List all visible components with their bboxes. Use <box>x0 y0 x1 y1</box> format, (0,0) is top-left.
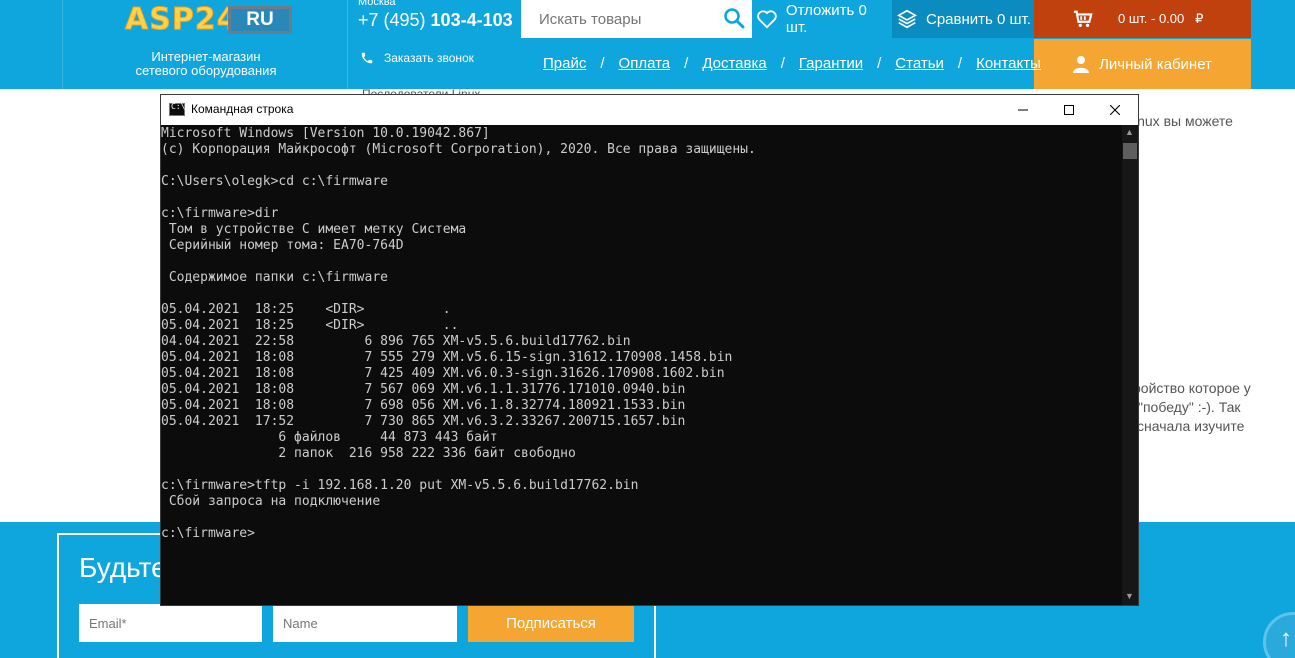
nav-link-contacts[interactable]: Контакты <box>976 55 1041 72</box>
logo-text: ASP24 <box>125 2 239 38</box>
cart-button[interactable]: 0 шт. - 0.00 ₽ <box>1034 0 1251 38</box>
terminal-output[interactable]: Microsoft Windows [Version 10.0.19042.86… <box>161 125 1121 605</box>
maximize-icon <box>1064 105 1074 115</box>
site-logo[interactable]: ASP24 RU <box>125 2 295 38</box>
callback-link[interactable]: Заказать звонок <box>360 51 474 65</box>
phone-prefix: +7 (495) <box>358 10 431 30</box>
close-icon <box>1110 105 1120 115</box>
scroll-up-arrow-icon[interactable]: ▲ <box>1125 127 1134 137</box>
terminal-scrollbar[interactable]: ▲ ▼ <box>1122 125 1138 605</box>
arrow-up-icon: ↑ <box>1280 625 1292 652</box>
nav-link-delivery[interactable]: Доставка <box>702 55 766 72</box>
scrollbar-thumb[interactable] <box>1123 143 1137 159</box>
currency-symbol: ₽ <box>1195 11 1204 26</box>
search-icon[interactable] <box>722 6 746 30</box>
terminal-line: 05.04.2021 18:25 <DIR> .. <box>161 318 459 333</box>
terminal-line: Содержимое папки c:\firmware <box>161 270 388 285</box>
nav-link-articles[interactable]: Статьи <box>895 55 944 72</box>
article-text-right-3: "победу" :-). Так <box>1138 399 1241 415</box>
nav-separator: / <box>684 55 689 72</box>
terminal-line: C:\Users\olegk>cd c:\firmware <box>161 174 388 189</box>
close-button[interactable] <box>1092 95 1138 125</box>
terminal-line: (c) Корпорация Майкрософт (Microsoft Cor… <box>161 142 756 157</box>
nav-link-price[interactable]: Прайс <box>543 55 586 72</box>
nav-separator: / <box>877 55 882 72</box>
terminal-line: Microsoft Windows [Version 10.0.19042.86… <box>161 126 490 141</box>
cart-summary: 0 шт. - 0.00 ₽ <box>1118 11 1203 27</box>
cart-icon <box>1073 10 1093 28</box>
nav-link-payment[interactable]: Оплата <box>619 55 671 72</box>
subscribe-email-input[interactable] <box>79 604 262 642</box>
tagline-line-2: сетевого оборудования <box>135 63 277 78</box>
nav-separator: / <box>957 55 963 72</box>
minimize-button[interactable] <box>1000 95 1046 125</box>
tagline-line-1: Интернет-магазин <box>151 49 261 64</box>
compare-label: Сравнить 0 шт. <box>926 10 1031 28</box>
minimize-icon <box>1018 109 1028 111</box>
cabinet-button[interactable]: Личный кабинет <box>1034 39 1251 89</box>
subscribe-button[interactable]: Подписаться <box>468 604 634 642</box>
logo-badge: RU <box>228 6 292 34</box>
terminal-line: Серийный номер тома: EA70-764D <box>161 238 404 253</box>
logo-block: ASP24 RU Интернет-магазин сетевого обору… <box>62 0 348 89</box>
phone-city: Москва <box>358 0 396 8</box>
compare-button[interactable]: Сравнить 0 шт. <box>892 0 1034 38</box>
cmd-titlebar[interactable]: C:\ Командная строка <box>161 95 1138 125</box>
scroll-down-arrow-icon[interactable]: ▼ <box>1125 591 1134 601</box>
maximize-button[interactable] <box>1046 95 1092 125</box>
callback-label: Заказать звонок <box>384 51 474 65</box>
cmd-app-icon: C:\ <box>169 102 186 116</box>
terminal-line: c:\firmware>tftp -i 192.168.1.20 put XM-… <box>161 478 639 493</box>
terminal-line: c:\firmware>dir <box>161 206 279 221</box>
terminal-line: c:\firmware> <box>161 526 255 541</box>
heart-icon <box>757 10 777 29</box>
search-box <box>521 0 752 38</box>
terminal-line: Сбой запроса на подключение <box>161 494 381 509</box>
phone-icon <box>361 52 373 64</box>
terminal-line: 05.04.2021 17:52 7 730 865 XM.v6.3.2.332… <box>161 414 686 429</box>
terminal-line: 05.04.2021 18:08 7 698 056 XM.v6.1.8.327… <box>161 398 686 413</box>
terminal-line: 05.04.2021 18:08 7 555 279 XM.v5.6.15-si… <box>161 350 733 365</box>
nav-separator: / <box>780 55 785 72</box>
cart-label: 0 шт. - 0.00 <box>1118 11 1185 26</box>
terminal-line: 05.04.2021 18:25 <DIR> . <box>161 302 451 317</box>
cmd-icon-glyph: C:\ <box>171 102 186 111</box>
cmd-window: C:\ Командная строка Microsoft Windows [… <box>160 94 1139 606</box>
article-text-right-1: inux вы можете <box>1134 113 1233 129</box>
cmd-window-title: Командная строка <box>191 102 294 116</box>
subscribe-name-input[interactable] <box>273 604 457 642</box>
defer-label: Отложить 0 шт. <box>785 2 867 36</box>
user-icon <box>1073 56 1090 73</box>
terminal-line: 05.04.2021 18:08 7 425 409 XM.v6.0.3-sig… <box>161 366 725 381</box>
terminal-line: 6 файлов 44 873 443 байт <box>161 430 498 445</box>
article-text-right-2: ройство которое у <box>1133 380 1251 396</box>
nav-separator: / <box>600 55 605 72</box>
phone-main: 103-4-103 <box>430 10 513 30</box>
search-input[interactable] <box>521 0 721 38</box>
site-tagline: Интернет-магазин сетевого оборудования <box>63 50 349 78</box>
subscribe-title: Будьте <box>79 552 167 583</box>
layers-icon <box>897 9 917 29</box>
terminal-line: 05.04.2021 18:08 7 567 069 XM.v6.1.1.317… <box>161 382 686 397</box>
terminal-line: 2 папок 216 958 222 336 байт свободно <box>161 446 576 461</box>
phone-number[interactable]: +7 (495) 103-4-103 <box>358 10 513 31</box>
cabinet-label: Личный кабинет <box>1099 55 1212 73</box>
terminal-line: 04.04.2021 22:58 6 896 765 XM-v5.5.6.bui… <box>161 334 631 349</box>
defer-button[interactable]: Отложить 0 шт. <box>752 0 892 38</box>
article-text-right-4: сначала изучите <box>1137 418 1245 434</box>
main-nav: Прайс / Оплата / Доставка / Гарантии / С… <box>543 55 1041 72</box>
nav-link-warranty[interactable]: Гарантии <box>799 55 863 72</box>
terminal-line: Том в устройстве C имеет метку Система <box>161 222 467 237</box>
site-header: ASP24 RU Интернет-магазин сетевого обору… <box>0 0 1295 89</box>
